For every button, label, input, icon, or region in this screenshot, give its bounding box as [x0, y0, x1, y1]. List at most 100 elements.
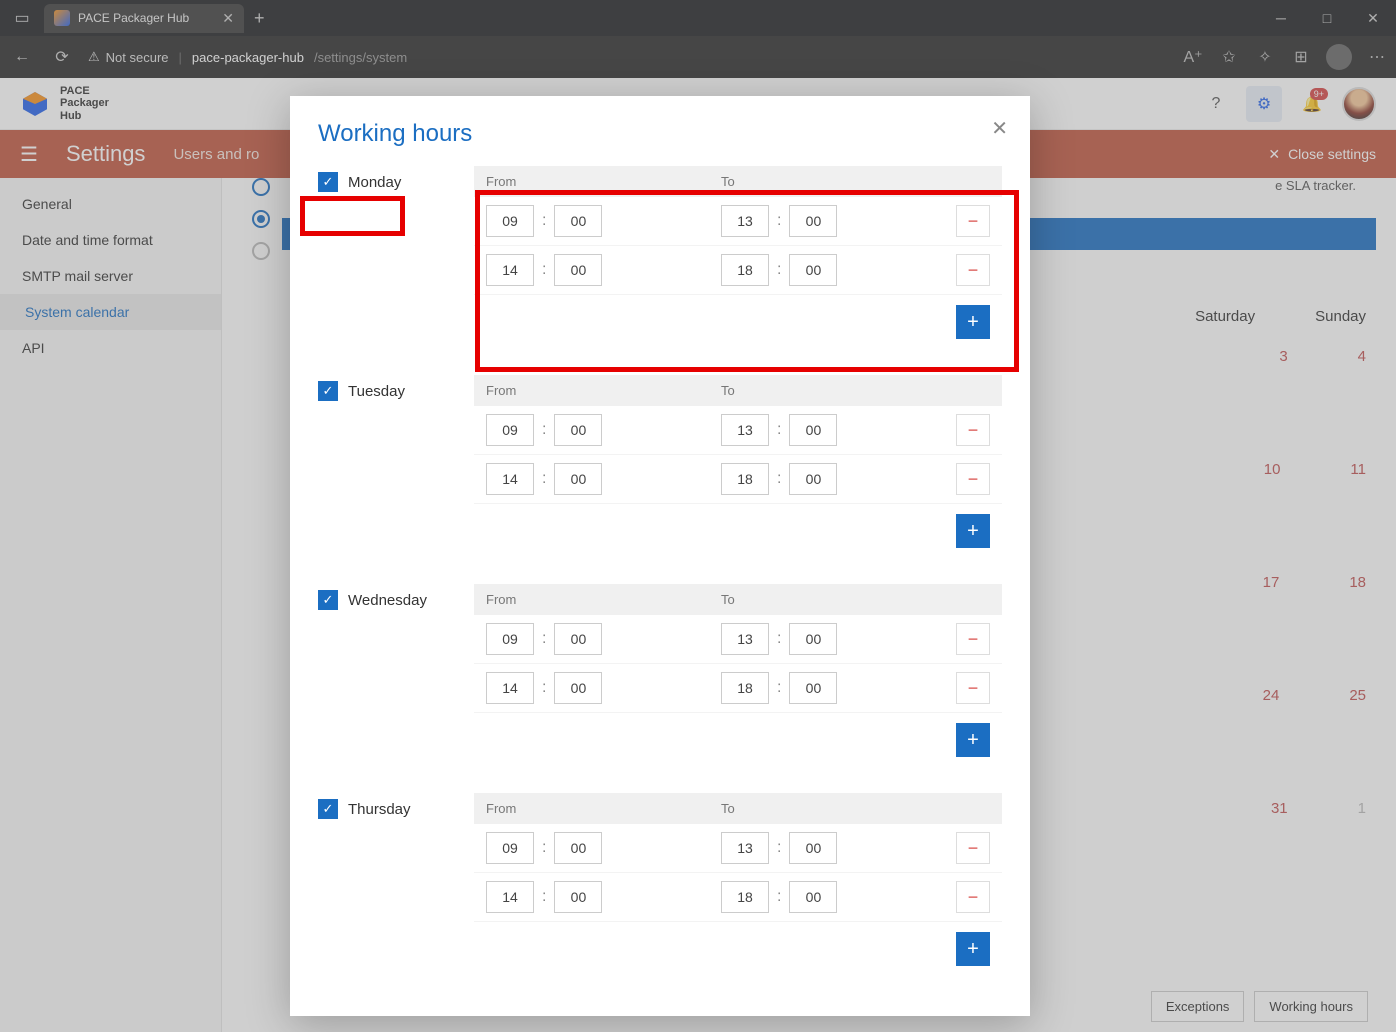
to-time-group: :	[721, 881, 956, 913]
colon: :	[775, 470, 783, 488]
to-time-group: :	[721, 623, 956, 655]
colon: :	[540, 630, 548, 648]
from-hour-input[interactable]	[486, 463, 534, 495]
day-block-wednesday: ✓ Wednesday FromTo : : − : : −	[318, 584, 1002, 757]
modal-title: Working hours	[318, 120, 1002, 148]
day-block-tuesday: ✓TuesdayFromTo : : − : : −+	[318, 375, 1002, 548]
from-minute-input[interactable]	[554, 414, 602, 446]
colon: :	[540, 261, 548, 279]
remove-range-button[interactable]: −	[956, 205, 990, 237]
to-minute-input[interactable]	[789, 881, 837, 913]
day-checkbox[interactable]: ✓	[318, 799, 338, 819]
remove-range-button[interactable]: −	[956, 254, 990, 286]
day-checkbox[interactable]: ✓	[318, 381, 338, 401]
to-hour-input[interactable]	[721, 881, 769, 913]
from-hour-input[interactable]	[486, 623, 534, 655]
from-minute-input[interactable]	[554, 623, 602, 655]
day-checkbox[interactable]: ✓	[318, 172, 338, 192]
add-range-button[interactable]: +	[956, 305, 990, 339]
hours-row: : : −	[474, 873, 1002, 922]
to-hour-input[interactable]	[721, 832, 769, 864]
colon: :	[775, 679, 783, 697]
to-hour-input[interactable]	[721, 205, 769, 237]
hours-column: FromTo : : − : : −+	[474, 793, 1002, 966]
to-minute-input[interactable]	[789, 463, 837, 495]
hours-row: : : −	[474, 406, 1002, 455]
colon: :	[540, 212, 548, 230]
to-hour-input[interactable]	[721, 623, 769, 655]
from-hour-input[interactable]	[486, 414, 534, 446]
from-minute-input[interactable]	[554, 205, 602, 237]
hours-column: FromTo : : − : : − +	[474, 166, 1002, 339]
from-time-group: :	[486, 623, 721, 655]
colon: :	[540, 470, 548, 488]
col-from: From	[486, 383, 721, 398]
colon: :	[540, 888, 548, 906]
col-from: From	[486, 801, 721, 816]
from-hour-input[interactable]	[486, 254, 534, 286]
to-minute-input[interactable]	[789, 832, 837, 864]
day-block-thursday: ✓ThursdayFromTo : : − : : −+	[318, 793, 1002, 966]
hours-row: : : −	[474, 455, 1002, 504]
from-minute-input[interactable]	[554, 463, 602, 495]
add-range-button[interactable]: +	[956, 932, 990, 966]
to-hour-input[interactable]	[721, 254, 769, 286]
remove-range-button[interactable]: −	[956, 832, 990, 864]
col-from: From	[486, 174, 721, 189]
to-time-group: :	[721, 832, 956, 864]
add-range-button[interactable]: +	[956, 723, 990, 757]
day-name: Monday	[348, 174, 401, 191]
remove-range-button[interactable]: −	[956, 463, 990, 495]
colon: :	[540, 679, 548, 697]
hours-row: : : −	[474, 824, 1002, 873]
to-time-group: :	[721, 463, 956, 495]
colon: :	[540, 421, 548, 439]
col-to: To	[721, 592, 735, 607]
colon: :	[775, 212, 783, 230]
from-hour-input[interactable]	[486, 881, 534, 913]
to-minute-input[interactable]	[789, 623, 837, 655]
remove-range-button[interactable]: −	[956, 623, 990, 655]
hours-header: FromTo	[474, 166, 1002, 197]
remove-range-button[interactable]: −	[956, 414, 990, 446]
colon: :	[775, 630, 783, 648]
from-time-group: :	[486, 463, 721, 495]
day-name: Wednesday	[348, 592, 427, 609]
to-hour-input[interactable]	[721, 672, 769, 704]
colon: :	[540, 839, 548, 857]
remove-range-button[interactable]: −	[956, 881, 990, 913]
from-time-group: :	[486, 254, 721, 286]
from-time-group: :	[486, 832, 721, 864]
from-hour-input[interactable]	[486, 832, 534, 864]
to-minute-input[interactable]	[789, 254, 837, 286]
to-time-group: :	[721, 254, 956, 286]
modal-close-button[interactable]: ✕	[991, 116, 1008, 141]
remove-range-button[interactable]: −	[956, 672, 990, 704]
from-minute-input[interactable]	[554, 832, 602, 864]
from-hour-input[interactable]	[486, 672, 534, 704]
colon: :	[775, 888, 783, 906]
to-minute-input[interactable]	[789, 205, 837, 237]
col-to: To	[721, 174, 735, 189]
hours-row: : : −	[474, 664, 1002, 713]
from-time-group: :	[486, 672, 721, 704]
hours-row: : : −	[474, 197, 1002, 246]
to-minute-input[interactable]	[789, 672, 837, 704]
from-minute-input[interactable]	[554, 254, 602, 286]
hours-column: FromTo : : − : : − +	[474, 375, 1002, 548]
working-hours-modal: Working hours ✕ ✓MondayFromTo : : − : :	[290, 96, 1030, 1016]
to-hour-input[interactable]	[721, 463, 769, 495]
to-minute-input[interactable]	[789, 414, 837, 446]
hours-column: FromTo : : − : : − +	[474, 584, 1002, 757]
day-checkbox[interactable]: ✓	[318, 590, 338, 610]
col-to: To	[721, 383, 735, 398]
from-minute-input[interactable]	[554, 672, 602, 704]
from-minute-input[interactable]	[554, 881, 602, 913]
add-range-button[interactable]: +	[956, 514, 990, 548]
colon: :	[775, 421, 783, 439]
day-name: Thursday	[348, 801, 411, 818]
from-hour-input[interactable]	[486, 205, 534, 237]
col-from: From	[486, 592, 721, 607]
to-hour-input[interactable]	[721, 414, 769, 446]
from-time-group: :	[486, 414, 721, 446]
